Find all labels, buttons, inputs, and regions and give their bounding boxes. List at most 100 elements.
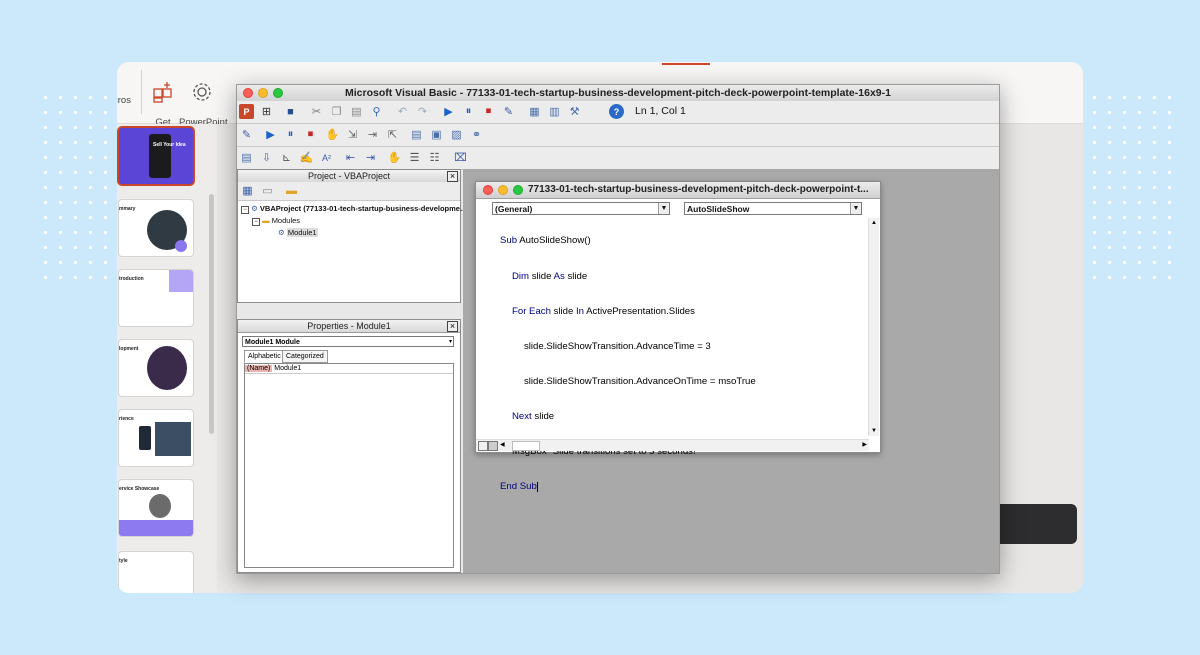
code-window: 77133-01-tech-startup-business-developme… (475, 181, 881, 492)
vertical-scrollbar[interactable]: ▲ ▼ (868, 218, 879, 436)
uncomment-block-icon[interactable]: ☷ (427, 150, 442, 165)
copy-icon[interactable]: ❐ (329, 104, 344, 119)
powerpoint-icon[interactable]: P (239, 104, 254, 119)
redo-icon[interactable]: ↷ (415, 104, 430, 119)
thumbnail-scrollbar[interactable] (209, 194, 214, 434)
addins-icon (153, 82, 172, 103)
tab-alphabetic[interactable]: Alphabetic (244, 350, 285, 363)
procedure-view-icon[interactable] (478, 441, 488, 451)
save-icon[interactable]: ■ (283, 104, 298, 119)
design-mode-icon[interactable]: ✎ (239, 127, 254, 142)
toggle-folders-icon[interactable]: ▬ (284, 183, 299, 198)
close-icon[interactable]: × (447, 171, 458, 182)
locals-window-icon[interactable]: ▤ (409, 127, 424, 142)
code-window-titlebar: 77133-01-tech-startup-business-developme… (476, 182, 880, 199)
project-explorer-pane: Project - VBAProject × ▦ ▭ ▬ − ⚙ VBAProj… (237, 169, 469, 303)
slide-thumbnail-4[interactable]: lopment (119, 340, 193, 396)
tree-root[interactable]: − ⚙ VBAProject (77133-01-tech-startup-bu… (241, 204, 469, 214)
list-constants-icon[interactable]: ⇩ (259, 150, 274, 165)
outdent-icon[interactable]: ⇥ (363, 150, 378, 165)
code-line-6: Next slide (500, 411, 756, 423)
zoom-button[interactable] (513, 185, 523, 195)
toolbox-icon[interactable]: ⚒ (567, 104, 582, 119)
horizontal-scrollbar[interactable]: ◀ ▶ (476, 439, 869, 451)
parameter-info-icon[interactable]: ✍ (299, 150, 314, 165)
tree-modules-folder[interactable]: − ▬ Modules (252, 216, 300, 226)
break-icon[interactable]: ⏸ (283, 127, 298, 142)
thumbnail-title: lopment (119, 346, 139, 352)
reset-icon[interactable]: ⏹ (481, 104, 496, 119)
vbe-title: Microsoft Visual Basic - 77133-01-tech-s… (345, 87, 891, 99)
paste-icon[interactable]: ▤ (349, 104, 364, 119)
properties-grid: (Name) Module1 (244, 363, 454, 568)
ribbon-divider (141, 70, 142, 114)
slide-thumbnail-7[interactable]: tyle (119, 552, 193, 593)
project-explorer-icon[interactable]: ▦ (527, 104, 542, 119)
run-icon[interactable]: ▶ (441, 104, 456, 119)
find-icon[interactable]: ⚲ (369, 104, 384, 119)
design-mode-icon[interactable]: ✎ (501, 104, 516, 119)
view-object-icon[interactable]: ▭ (260, 183, 275, 198)
close-button[interactable] (483, 185, 493, 195)
thumbnail-title: Sell Your Idea (153, 142, 186, 148)
code-line-1: Sub AutoSlideShow() (500, 235, 756, 247)
property-value[interactable]: Module1 (274, 365, 301, 372)
module-label: Module1 (286, 228, 318, 237)
properties-object-select[interactable]: Module1 Module ▾ (242, 336, 454, 347)
step-out-icon[interactable]: ⇱ (385, 127, 400, 142)
comment-block-icon[interactable]: ☰ (407, 150, 422, 165)
slide-thumbnail-5[interactable]: rience (119, 410, 193, 466)
run-icon[interactable]: ▶ (263, 127, 278, 142)
macros-button[interactable]: cros (117, 70, 131, 106)
close-icon[interactable]: × (447, 321, 458, 332)
undo-icon[interactable]: ↶ (395, 104, 410, 119)
complete-word-icon[interactable]: A² (319, 150, 334, 165)
macros-icon (117, 70, 135, 92)
break-icon[interactable]: ⏸ (461, 104, 476, 119)
keyword: Dim (512, 270, 530, 282)
quick-info-icon[interactable]: ⊾ (279, 150, 294, 165)
property-row-name[interactable]: (Name) Module1 (245, 364, 453, 374)
toggle-breakpoint-icon[interactable]: ✋ (387, 150, 402, 165)
tab-categorized[interactable]: Categorized (282, 350, 328, 363)
gear-icon (193, 83, 211, 101)
insert-userform-icon[interactable]: ⊞ (259, 104, 274, 119)
minimize-button[interactable] (498, 185, 508, 195)
cut-icon[interactable]: ✂ (309, 104, 324, 119)
keyword: For Each (512, 305, 551, 317)
tree-module1[interactable]: ⚙ Module1 (278, 228, 318, 237)
immediate-window-icon[interactable]: ▣ (429, 127, 444, 142)
properties-icon[interactable]: ▥ (547, 104, 562, 119)
scroll-left-icon[interactable]: ◀ (500, 440, 505, 451)
scroll-down-icon[interactable]: ▼ (869, 426, 879, 436)
toggle-breakpoint-icon[interactable]: ✋ (325, 127, 340, 142)
list-properties-icon[interactable]: ▤ (239, 150, 254, 165)
collapse-icon[interactable]: − (252, 218, 260, 226)
step-over-icon[interactable]: ⇥ (365, 127, 380, 142)
vbaproject-icon: ⚙ (251, 204, 258, 213)
scroll-up-icon[interactable]: ▲ (869, 218, 879, 228)
reset-icon[interactable]: ⏹ (303, 127, 318, 142)
scroll-right-icon[interactable]: ▶ (862, 440, 867, 451)
slide-thumbnail-6[interactable]: ervice Showcase (119, 480, 193, 536)
property-key: (Name) (245, 365, 273, 372)
thumbnail-band (119, 520, 193, 536)
slide-thumbnail-3[interactable]: troduction (119, 270, 193, 326)
clear-bookmarks-icon[interactable]: ⌧ (453, 150, 468, 165)
slide-thumbnail-2[interactable]: mmary (119, 200, 193, 256)
view-code-icon[interactable]: ▦ (240, 183, 255, 198)
code-editor[interactable]: Sub AutoSlideShow() Dim slide As slide F… (500, 212, 756, 516)
properties-title: Properties - Module1 (238, 320, 460, 333)
scroll-thumb[interactable] (512, 441, 540, 451)
help-icon[interactable]: ? (609, 104, 624, 119)
full-module-view-icon[interactable] (488, 441, 498, 451)
vbe-titlebar: Microsoft Visual Basic - 77133-01-tech-s… (237, 85, 999, 102)
step-into-icon[interactable]: ⇲ (345, 127, 360, 142)
collapse-icon[interactable]: − (241, 206, 249, 214)
phone-image (149, 134, 171, 178)
slide-thumbnail-1[interactable]: Sell Your Idea (119, 128, 193, 184)
quick-watch-icon[interactable]: ⚭ (469, 127, 484, 142)
indent-icon[interactable]: ⇤ (343, 150, 358, 165)
watch-window-icon[interactable]: ▨ (449, 127, 464, 142)
code-text: ActivePresentation.Slides (584, 305, 695, 317)
